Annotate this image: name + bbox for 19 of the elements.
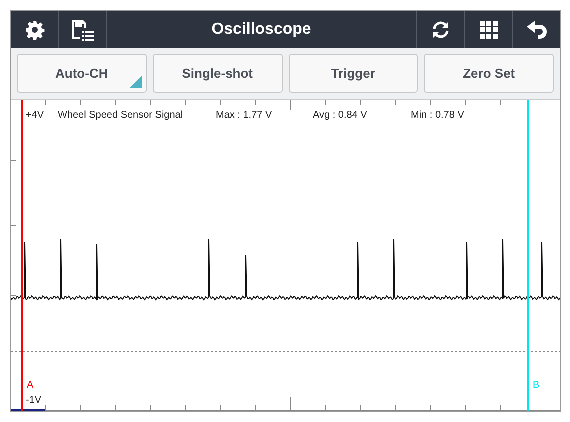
grid-icon: [480, 20, 498, 39]
cursor-label: B: [533, 380, 540, 391]
toolbar-button[interactable]: Single-shot: [152, 54, 282, 93]
return-arrow-icon: [526, 20, 548, 40]
refresh-icon: [430, 20, 450, 40]
toolbar-button[interactable]: Trigger: [288, 54, 418, 93]
signal-name: Wheel Speed Sensor Signal: [58, 110, 184, 121]
window-title: Oscilloscope: [210, 20, 312, 40]
avg-reading: Avg : 0.84 V: [313, 110, 368, 121]
toolbar-button[interactable]: Zero Set: [424, 54, 554, 93]
max-reading: Max : 1.77 V: [216, 110, 272, 121]
dropdown-corner-icon: [130, 76, 142, 88]
scale-min-label: -1V: [26, 395, 42, 406]
settings-icon: [24, 20, 44, 40]
min-reading: Min : 0.78 V: [411, 110, 464, 121]
scale-max-label: +4V: [26, 110, 44, 121]
cursor-label: A: [27, 380, 34, 391]
save-list-icon: [70, 18, 94, 41]
dropdown-button[interactable]: Auto-CH: [17, 54, 147, 93]
